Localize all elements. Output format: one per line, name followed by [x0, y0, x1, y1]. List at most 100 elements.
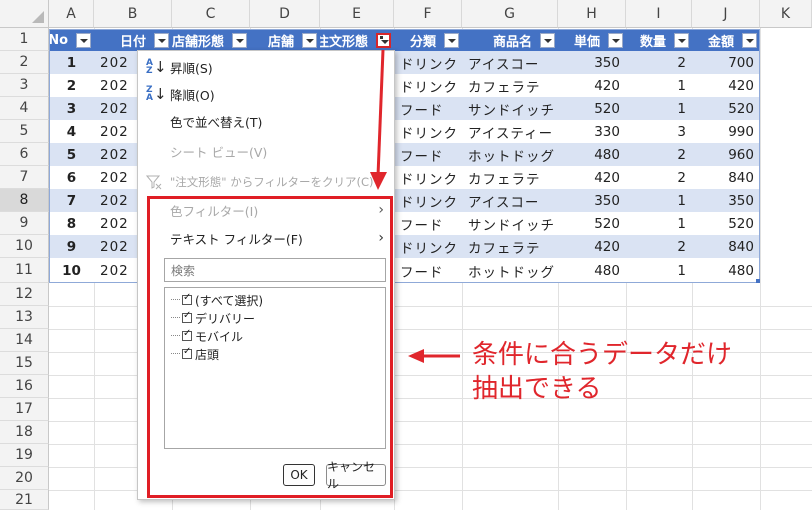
column-header-d[interactable]: D — [250, 0, 320, 28]
cell-date[interactable]: 202 — [94, 97, 137, 120]
row-header-2[interactable]: 2 — [0, 51, 49, 74]
cell-no[interactable]: 2 — [49, 74, 94, 97]
table-header-order-type[interactable]: 注文形態 — [320, 29, 394, 51]
filter-dropdown-icon[interactable] — [154, 33, 169, 48]
filter-dropdown-active-icon[interactable] — [376, 33, 391, 48]
table-header-store-type[interactable]: 店舗形態 — [172, 29, 250, 51]
cell-amount[interactable]: 840 — [692, 166, 760, 189]
ok-button[interactable]: OK — [283, 464, 315, 486]
cell-qty[interactable]: 2 — [626, 51, 692, 74]
filter-value-list[interactable]: (すべて選択) デリバリー モバイル 店頭 — [164, 287, 386, 449]
row-header-14[interactable]: 14 — [0, 329, 49, 352]
row-header-10[interactable]: 10 — [0, 235, 49, 258]
table-header-price[interactable]: 単価 — [558, 29, 626, 51]
row-header-12[interactable]: 12 — [0, 283, 49, 306]
cell-amount[interactable]: 990 — [692, 120, 760, 143]
filter-dropdown-icon[interactable] — [742, 33, 757, 48]
cell-category[interactable]: ドリンク — [394, 189, 462, 212]
column-header-e[interactable]: E — [320, 0, 394, 28]
cell-qty[interactable]: 2 — [626, 235, 692, 258]
cell-product[interactable]: サンドイッチ — [462, 212, 558, 235]
cell-no[interactable]: 9 — [49, 235, 94, 258]
cell-product[interactable]: アイスコー — [462, 51, 558, 74]
cell-amount[interactable]: 840 — [692, 235, 760, 258]
row-header-13[interactable]: 13 — [0, 306, 49, 329]
cell-price[interactable]: 520 — [558, 212, 626, 235]
cell-price[interactable]: 350 — [558, 51, 626, 74]
row-header-5[interactable]: 5 — [0, 120, 49, 143]
cell-amount[interactable]: 480 — [692, 259, 760, 282]
cell-product[interactable]: カフェラテ — [462, 74, 558, 97]
row-header-19[interactable]: 19 — [0, 444, 49, 467]
filter-dropdown-icon[interactable] — [540, 33, 555, 48]
table-header-qty[interactable]: 数量 — [626, 29, 692, 51]
row-header-8[interactable]: 8 — [0, 189, 49, 212]
row-header-1[interactable]: 1 — [0, 28, 49, 51]
column-header-g[interactable]: G — [462, 0, 558, 28]
cell-no[interactable]: 6 — [49, 166, 94, 189]
cell-amount[interactable]: 350 — [692, 189, 760, 212]
cell-qty[interactable]: 1 — [626, 189, 692, 212]
sort-ascending-item[interactable]: A Z ↓ 昇順(S) — [138, 53, 394, 81]
table-header-product[interactable]: 商品名 — [462, 29, 558, 51]
cell-no[interactable]: 3 — [49, 97, 94, 120]
cell-category[interactable]: ドリンク — [394, 74, 462, 97]
checkbox-checked-icon[interactable] — [182, 328, 192, 341]
cell-amount[interactable]: 520 — [692, 97, 760, 120]
cell-amount[interactable]: 960 — [692, 143, 760, 166]
cell-amount[interactable]: 700 — [692, 51, 760, 74]
column-header-c[interactable]: C — [172, 0, 250, 28]
table-header-store[interactable]: 店舗 — [250, 29, 320, 51]
row-header-4[interactable]: 4 — [0, 97, 49, 120]
cell-no[interactable]: 1 — [49, 51, 94, 74]
filter-dropdown-icon[interactable] — [674, 33, 689, 48]
cell-qty[interactable]: 1 — [626, 212, 692, 235]
filter-dropdown-icon[interactable] — [302, 33, 317, 48]
cell-price[interactable]: 350 — [558, 189, 626, 212]
row-header-11[interactable]: 11 — [0, 258, 49, 283]
cell-date[interactable]: 202 — [94, 51, 137, 74]
column-header-h[interactable]: H — [558, 0, 626, 28]
cell-amount[interactable]: 520 — [692, 212, 760, 235]
column-header-a[interactable]: A — [49, 0, 94, 28]
cancel-button[interactable]: キャンセル — [326, 460, 386, 491]
cell-category[interactable]: ドリンク — [394, 51, 462, 74]
cell-date[interactable]: 202 — [94, 235, 137, 258]
filter-dropdown-icon[interactable] — [608, 33, 623, 48]
cell-qty[interactable]: 1 — [626, 74, 692, 97]
cell-price[interactable]: 330 — [558, 120, 626, 143]
row-header-15[interactable]: 15 — [0, 352, 49, 375]
checkbox-checked-icon[interactable] — [182, 292, 192, 305]
filter-dropdown-icon[interactable] — [76, 33, 91, 48]
table-header-date[interactable]: 日付 — [94, 29, 172, 51]
checkbox-checked-icon[interactable] — [182, 346, 192, 359]
cell-qty[interactable]: 2 — [626, 166, 692, 189]
cell-product[interactable]: アイスティー — [462, 120, 558, 143]
cell-product[interactable]: カフェラテ — [462, 235, 558, 258]
autofilter-menu[interactable]: A Z ↓ 昇順(S) Z A ↓ 降順(O) 色で並べ替え(T) シート ビュー(V)… — [137, 50, 395, 500]
cell-no[interactable]: 4 — [49, 120, 94, 143]
row-header-6[interactable]: 6 — [0, 143, 49, 166]
row-header-21[interactable]: 21 — [0, 490, 49, 510]
cell-product[interactable]: アイスコー — [462, 189, 558, 212]
cell-product[interactable]: サンドイッチ — [462, 97, 558, 120]
table-resize-handle[interactable] — [756, 279, 760, 283]
cell-qty[interactable]: 2 — [626, 143, 692, 166]
cell-no[interactable]: 10 — [49, 259, 94, 282]
table-header-amount[interactable]: 金額 — [692, 29, 760, 51]
cell-date[interactable]: 202 — [94, 74, 137, 97]
table-header-category[interactable]: 分類 — [394, 29, 462, 51]
cell-price[interactable]: 480 — [558, 143, 626, 166]
filter-option-store[interactable]: 店頭 — [171, 345, 219, 363]
sort-by-color-item[interactable]: 色で並べ替え(T) — [138, 107, 394, 135]
cell-category[interactable]: ドリンク — [394, 235, 462, 258]
cell-price[interactable]: 420 — [558, 235, 626, 258]
filter-dropdown-icon[interactable] — [444, 33, 459, 48]
row-header-9[interactable]: 9 — [0, 212, 49, 235]
row-header-17[interactable]: 17 — [0, 398, 49, 421]
cell-price[interactable]: 420 — [558, 74, 626, 97]
column-header-f[interactable]: F — [394, 0, 462, 28]
select-all-corner[interactable] — [0, 0, 49, 28]
cell-date[interactable]: 202 — [94, 166, 137, 189]
cell-price[interactable]: 520 — [558, 97, 626, 120]
